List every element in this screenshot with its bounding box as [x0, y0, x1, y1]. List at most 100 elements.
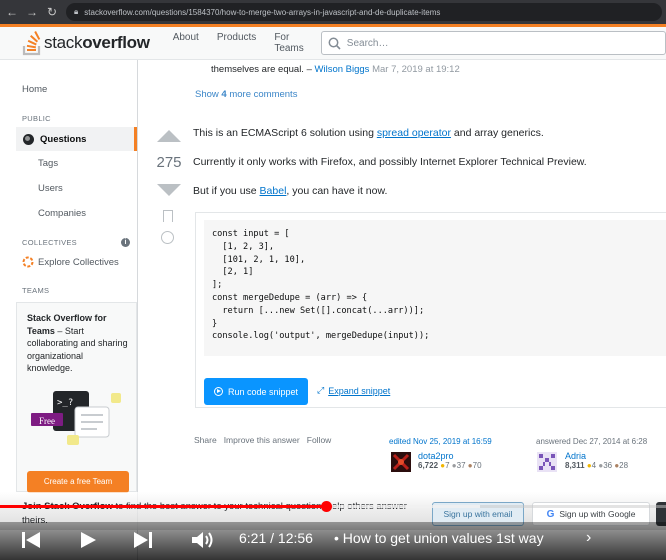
answer-score: 275: [156, 154, 182, 171]
play-icon[interactable]: [78, 530, 98, 550]
editor-user: dota2pro 6,722 ●7 ●37 ●70: [418, 451, 482, 470]
answerer-signature: answered Dec 27, 2014 at 6:28: [536, 437, 647, 446]
address-bar[interactable]: 🔒︎ stackoverflow.com/questions/1584370/h…: [66, 3, 662, 21]
sidebar-item-explore-collectives[interactable]: Explore Collectives: [22, 256, 119, 268]
expand-snippet-link[interactable]: ⤢ Expand snippet: [317, 385, 390, 396]
svg-text:>_?: >_?: [57, 398, 73, 408]
silver-badges: 36: [603, 461, 613, 470]
answered-date[interactable]: answered Dec 27, 2014 at 6:28: [536, 437, 647, 446]
next-icon[interactable]: [132, 530, 154, 550]
search-input[interactable]: Search…: [320, 31, 666, 55]
follow-link[interactable]: Follow: [307, 435, 332, 445]
history-icon[interactable]: [161, 231, 174, 244]
code-line: ];: [212, 280, 223, 291]
upvote-icon[interactable]: [157, 130, 181, 142]
gold-badges: 4: [591, 461, 597, 470]
silver-badges: 37: [456, 461, 466, 470]
answer-paragraph-2: Currently it only works with Firefox, an…: [193, 156, 587, 168]
search-placeholder: Search…: [346, 37, 389, 49]
sidebar-item-tags[interactable]: Tags: [38, 158, 58, 169]
run-code-snippet-button[interactable]: Run code snippet: [204, 378, 308, 405]
collectives-icon: [22, 256, 34, 268]
video-chapter-title[interactable]: • How to get union values 1st way: [334, 530, 544, 546]
answer-paragraph-1: This is an ECMAScript 6 solution using s…: [193, 127, 544, 139]
code-line: console.log('output', mergeDedupe(input)…: [212, 331, 430, 342]
bronze-badges: 70: [472, 461, 482, 470]
sidebar-item-label: Questions: [40, 133, 87, 145]
signup-google-label: Sign up with Google: [559, 509, 636, 519]
nav-for-teams[interactable]: For Teams: [265, 32, 314, 54]
teams-free-badge: Free: [39, 416, 55, 426]
nav-about[interactable]: About: [164, 32, 208, 54]
avatar[interactable]: [537, 452, 557, 472]
url-text: stackoverflow.com/questions/1584370/how-…: [84, 7, 441, 17]
sidebar-item-companies[interactable]: Companies: [38, 208, 86, 219]
sidebar-item-users[interactable]: Users: [38, 183, 63, 194]
answer-paragraph-3: But if you use Babel, you can have it no…: [193, 185, 388, 197]
video-progress-bar: [0, 505, 327, 508]
bronze-badges: 28: [619, 461, 629, 470]
expand-icon: ⤢: [317, 385, 325, 395]
sidebar-item-home[interactable]: Home: [22, 84, 47, 95]
reputation: 8,311: [565, 461, 585, 470]
code-line: return [...new Set([].concat(...arr))];: [212, 305, 425, 316]
back-icon[interactable]: ←: [6, 5, 18, 19]
code-line: [2, 1]: [212, 267, 254, 278]
bookmark-icon[interactable]: [163, 210, 173, 222]
code-line: [1, 2, 3],: [212, 241, 275, 252]
code-snippet: const input = [ [1, 2, 3], [101, 2, 1, 1…: [195, 212, 666, 408]
stackoverflow-logo-icon: [22, 30, 41, 56]
answerer-user: Adria 8,311 ●4 ●36 ●28: [565, 451, 629, 470]
play-icon: [213, 387, 223, 396]
chevron-right-icon[interactable]: ›: [586, 529, 591, 547]
teams-promo: Stack Overflow for Teams – Start collabo…: [16, 302, 137, 493]
google-icon: G: [546, 508, 555, 520]
editor-signature: edited Nov 25, 2019 at 16:59: [389, 437, 492, 446]
downvote-icon[interactable]: [157, 184, 181, 196]
sidebar-heading-teams: TEAMS: [22, 286, 50, 295]
share-link[interactable]: Share: [194, 435, 217, 445]
comment-date[interactable]: Mar 7, 2019 at 19:12: [372, 64, 460, 75]
create-free-team-button[interactable]: Create a free Team: [27, 471, 129, 493]
sidebar-heading-collectives: COLLECTIVES: [22, 238, 77, 247]
post-menu: Share Improve this answer Follow: [194, 435, 331, 445]
show-more-comments-link[interactable]: Show 4 more comments: [195, 89, 297, 100]
code-line: }: [212, 318, 218, 329]
main-content: themselves are equal. – Wilson Biggs Mar…: [139, 60, 666, 560]
current-time: 6:21: [239, 530, 267, 546]
info-icon[interactable]: i: [121, 238, 130, 247]
top-nav: About Products For Teams: [164, 32, 315, 54]
answerer-username-link[interactable]: Adria: [565, 451, 628, 461]
browser-toolbar: ← → ↻ 🔒︎ stackoverflow.com/questions/158…: [0, 0, 666, 24]
editor-username-link[interactable]: dota2pro: [418, 451, 482, 461]
edited-date-link[interactable]: edited Nov 25, 2019 at 16:59: [389, 437, 492, 446]
code-block: const input = [ [1, 2, 3], [101, 2, 1, 1…: [204, 220, 666, 356]
nav-products[interactable]: Products: [208, 32, 265, 54]
code-line: const mergeDedupe = (arr) => {: [212, 292, 368, 303]
code-line: const input = [: [212, 229, 290, 239]
sidebar-heading-public: PUBLIC: [22, 114, 51, 123]
babel-link[interactable]: Babel: [260, 185, 287, 197]
improve-answer-link[interactable]: Improve this answer: [224, 435, 300, 445]
previous-icon[interactable]: [20, 530, 42, 550]
video-controls: [0, 522, 666, 560]
volume-icon[interactable]: [190, 529, 216, 551]
sidebar-item-questions[interactable]: Questions: [16, 127, 137, 151]
reputation: 6,722: [418, 461, 439, 470]
forward-icon[interactable]: →: [26, 5, 38, 19]
avatar[interactable]: [391, 452, 411, 472]
spread-operator-link[interactable]: spread operator: [377, 127, 451, 139]
teams-promo-text: Stack Overflow for Teams – Start collabo…: [27, 312, 131, 375]
logo-wordmark: stackoverflow: [44, 33, 150, 52]
expand-snippet-label: Expand snippet: [328, 385, 391, 396]
comment-user-link[interactable]: Wilson Biggs: [315, 64, 370, 75]
video-duration: 12:56: [277, 530, 313, 546]
comment-body: themselves are equal. –: [211, 64, 312, 75]
search-icon: [328, 37, 341, 50]
reload-icon[interactable]: ↻: [46, 5, 58, 19]
gold-badges: 7: [445, 461, 450, 470]
left-sidebar: Home PUBLIC Questions Tags Users Compani…: [0, 60, 138, 560]
globe-icon: [23, 133, 34, 145]
run-button-label: Run code snippet: [227, 386, 299, 397]
stackoverflow-logo[interactable]: stackoverflow: [22, 28, 150, 58]
